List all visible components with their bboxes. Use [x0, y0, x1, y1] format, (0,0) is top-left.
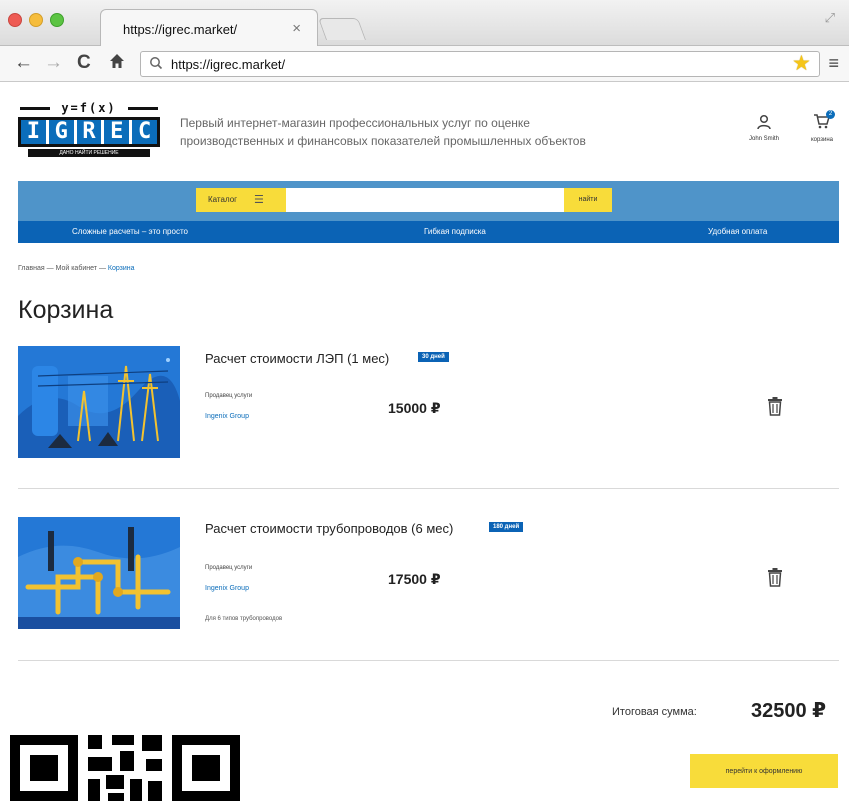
logo-formula: y=f(x) — [18, 101, 160, 115]
breadcrumb-separator: — — [98, 265, 106, 272]
logo-letter: C — [132, 120, 157, 144]
home-icon[interactable] — [108, 52, 126, 76]
hamburger-icon: ☰ — [254, 194, 264, 206]
total-label: Итоговая сумма: — [612, 706, 697, 718]
seller-label: Продавец услуги — [205, 393, 253, 399]
breadcrumb-separator: — — [46, 265, 54, 272]
item-price: 15000 ₽ — [388, 400, 441, 416]
item-price: 17500 ₽ — [388, 571, 441, 587]
window-close-button[interactable] — [8, 13, 22, 27]
cart-item-name[interactable]: Расчет стоимости трубопроводов (6 мес) — [205, 521, 453, 536]
header-cart[interactable]: 2 корзина — [800, 110, 844, 143]
trash-icon[interactable] — [766, 567, 784, 587]
user-name: John Smith — [748, 136, 779, 142]
url-text: https://igrec.market/ — [171, 57, 286, 72]
browser-toolbar: ← → C https://igrec.market/ ★ ≡ — [0, 46, 849, 82]
feature-item: Сложные расчеты – это просто — [72, 227, 188, 236]
seller-link[interactable]: Ingenix Group — [205, 413, 249, 420]
logo-letter: R — [76, 120, 105, 144]
breadcrumb: Главная — Мой кабинет — Корзина — [18, 265, 135, 272]
site-logo[interactable]: y=f(x) I G R E C ДАНО НАЙТИ РЕШЕНИЕ — [18, 101, 160, 159]
browser-tab[interactable]: https://igrec.market/ × — [100, 9, 318, 46]
search-bar: Каталог ☰ найти — [18, 181, 839, 221]
logo-letter: G — [48, 120, 77, 144]
new-tab-button[interactable] — [317, 18, 367, 40]
duration-badge: 30 дней — [418, 352, 449, 362]
item-divider — [18, 660, 839, 661]
logo-box: I G R E C — [18, 117, 160, 147]
catalog-label: Каталог — [208, 195, 238, 204]
checkout-button[interactable]: перейти к оформлению — [690, 754, 838, 788]
user-account[interactable]: John Smith — [738, 114, 790, 142]
cart-count-badge: 2 — [826, 110, 835, 119]
trash-icon[interactable] — [766, 396, 784, 416]
address-bar[interactable]: https://igrec.market/ — [140, 51, 820, 77]
forward-icon[interactable]: → — [44, 52, 63, 74]
site-description-line: Первый интернет-магазин профессиональных… — [180, 116, 530, 130]
menu-icon[interactable]: ≡ — [828, 53, 839, 74]
cart-item-image-pipelines[interactable] — [18, 517, 180, 629]
search-input[interactable] — [286, 188, 564, 212]
seller-label: Продавец услуги — [205, 565, 253, 571]
feature-strip: Сложные расчеты – это просто Гибкая подп… — [18, 221, 839, 243]
feature-item: Гибкая подписка — [424, 227, 486, 236]
search-button[interactable]: найти — [564, 188, 612, 212]
logo-letter: I — [21, 120, 49, 144]
catalog-button[interactable]: Каталог ☰ — [196, 188, 286, 212]
tab-title: https://igrec.market/ — [123, 22, 238, 37]
back-icon[interactable]: ← — [14, 52, 33, 74]
cart-label: корзина — [810, 137, 834, 143]
total-value: 32500 ₽ — [751, 700, 827, 722]
tab-close-icon[interactable]: × — [292, 20, 301, 37]
logo-letter: E — [104, 120, 133, 144]
item-divider — [18, 488, 839, 489]
browser-tabstrip: https://igrec.market/ × ⤢ — [0, 0, 849, 46]
breadcrumb-current: Корзина — [107, 265, 135, 272]
fullscreen-icon[interactable]: ⤢ — [825, 10, 835, 26]
page-title: Корзина — [18, 296, 114, 324]
site-description: Первый интернет-магазин профессиональных… — [180, 114, 640, 150]
site-description-line: производственных и финансовых показателе… — [180, 134, 586, 148]
seller-link[interactable]: Ingenix Group — [205, 585, 249, 592]
search-icon — [149, 55, 163, 74]
window-zoom-button[interactable] — [50, 13, 64, 27]
breadcrumb-cabinet[interactable]: Мой кабинет — [56, 265, 97, 272]
reload-icon[interactable]: C — [77, 52, 91, 74]
cart-item-name[interactable]: Расчет стоимости ЛЭП (1 мес) — [205, 351, 389, 366]
item-note: Для 6 типов трубопроводов — [205, 616, 283, 622]
window-minimize-button[interactable] — [29, 13, 43, 27]
user-icon — [738, 114, 790, 134]
feature-item: Удобная оплата — [708, 227, 768, 236]
cart-icon: 2 — [800, 110, 844, 135]
logo-tagline: ДАНО НАЙТИ РЕШЕНИЕ — [28, 149, 150, 157]
cart-item-image-power-lines[interactable] — [18, 346, 180, 458]
breadcrumb-home[interactable]: Главная — [18, 265, 45, 272]
duration-badge: 180 дней — [489, 522, 524, 532]
qr-code-image — [0, 733, 245, 803]
